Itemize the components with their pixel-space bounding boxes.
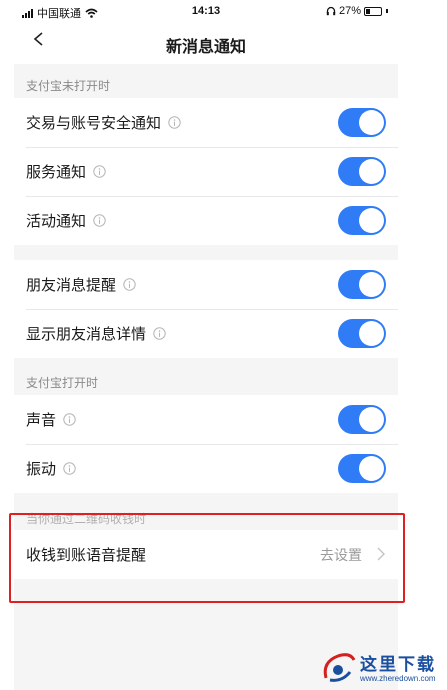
friend-message-details-toggle[interactable] xyxy=(338,319,386,348)
info-icon[interactable] xyxy=(63,462,76,475)
info-icon[interactable] xyxy=(63,413,76,426)
group-app-closed: 交易与账号安全通知 服务通知 活动通知 xyxy=(14,98,398,245)
setting-label: 朋友消息提醒 xyxy=(26,277,117,294)
watermark: 这里下载 www.zheredown.com xyxy=(318,648,438,688)
setting-row-vibration: 振动 xyxy=(14,444,398,493)
activity-notification-toggle[interactable] xyxy=(338,206,386,235)
battery-percent: 27% xyxy=(338,5,361,17)
vibration-toggle[interactable] xyxy=(338,454,386,483)
setting-label: 振动 xyxy=(26,461,57,478)
group-friend-messages: 朋友消息提醒 显示朋友消息详情 xyxy=(14,260,398,358)
setting-row-friend-details: 显示朋友消息详情 xyxy=(14,309,398,358)
toggle-knob xyxy=(359,456,384,481)
setting-row-security: 交易与账号安全通知 xyxy=(14,98,398,147)
toggle-knob xyxy=(359,321,384,346)
headphones-icon xyxy=(326,6,336,16)
toggle-knob xyxy=(359,407,384,432)
info-icon[interactable] xyxy=(123,278,136,291)
setting-label: 活动通知 xyxy=(26,213,87,230)
battery-icon xyxy=(364,6,382,16)
setting-row-activity: 活动通知 xyxy=(14,196,398,245)
watermark-url: www.zheredown.com xyxy=(360,674,436,683)
info-icon[interactable] xyxy=(153,327,166,340)
toggle-knob xyxy=(359,159,384,184)
battery-fill xyxy=(366,8,370,14)
sound-toggle[interactable] xyxy=(338,405,386,434)
setting-row-friend-reminder: 朋友消息提醒 xyxy=(14,260,398,309)
battery-cap xyxy=(386,9,388,13)
nav-bar: 新消息通知 xyxy=(14,24,398,64)
watermark-logo xyxy=(323,653,356,682)
toggle-knob xyxy=(359,272,384,297)
security-notification-toggle[interactable] xyxy=(338,108,386,137)
info-icon[interactable] xyxy=(93,165,106,178)
status-bar: 中国联通 14:13 27% xyxy=(14,0,398,24)
group-app-open: 声音 振动 xyxy=(14,395,398,493)
toggle-knob xyxy=(359,110,384,135)
info-icon[interactable] xyxy=(168,116,181,129)
friend-message-reminder-toggle[interactable] xyxy=(338,270,386,299)
setting-label: 交易与账号安全通知 xyxy=(26,115,162,132)
setting-row-service: 服务通知 xyxy=(14,147,398,196)
info-icon[interactable] xyxy=(93,214,106,227)
setting-label: 声音 xyxy=(26,412,57,429)
setting-label: 显示朋友消息详情 xyxy=(26,326,147,343)
highlight-box xyxy=(9,513,405,603)
service-notification-toggle[interactable] xyxy=(338,157,386,186)
toggle-knob xyxy=(359,208,384,233)
watermark-title: 这里下载 xyxy=(360,655,436,674)
status-right: 27% xyxy=(326,5,388,17)
section-header-app-closed: 支付宝未打开时 xyxy=(26,79,111,93)
page-title: 新消息通知 xyxy=(165,39,246,56)
section-header-app-open: 支付宝打开时 xyxy=(26,376,99,390)
setting-row-sound: 声音 xyxy=(14,395,398,444)
setting-label: 服务通知 xyxy=(26,164,87,181)
